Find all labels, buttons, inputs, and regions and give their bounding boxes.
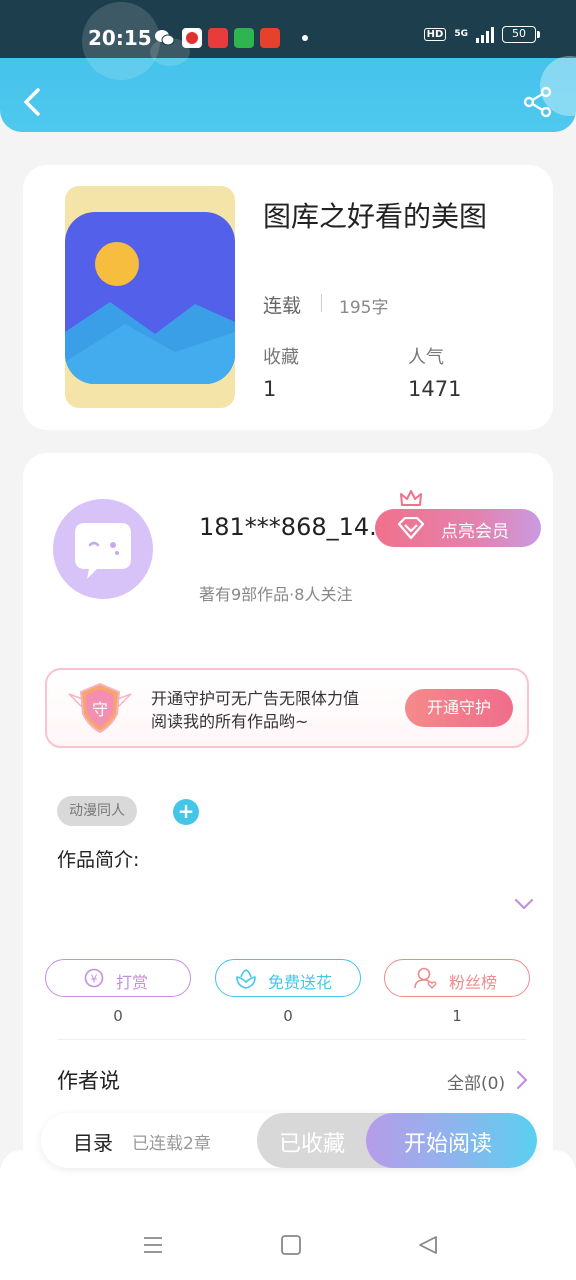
start-reading-label: 开始阅读: [404, 1132, 493, 1157]
send-flower-button[interactable]: 免费送花: [215, 959, 361, 997]
reader-app-icon: [234, 28, 254, 48]
book-status: 连载: [263, 295, 302, 317]
divider: [57, 1039, 527, 1040]
genre-tag[interactable]: 动漫同人: [57, 796, 137, 826]
battery-icon: 50: [502, 26, 540, 43]
guard-banner: 守 开通守护可无广告无限体力值 阅读我的所有作品哟~ 开通守护: [45, 668, 529, 748]
vip-button[interactable]: 点亮会员: [375, 490, 541, 547]
avatar[interactable]: [53, 499, 153, 599]
top-bar: 20:15 HD 5G 50: [0, 0, 576, 132]
guard-shield-icon: 守: [68, 682, 132, 734]
send-flower-label: 免费送花: [268, 973, 333, 992]
favorites-label: 收藏: [263, 347, 299, 368]
chapter-count: 已连载2章: [132, 1134, 211, 1154]
open-guard-button[interactable]: 开通守护: [405, 689, 513, 727]
status-time: 20:15: [88, 26, 152, 50]
signal-icon: [476, 26, 494, 43]
fan-count: 1: [452, 1007, 462, 1025]
book-info-card: 图库之好看的美图 连载 195字 收藏 1 人气 1471: [23, 165, 553, 430]
system-nav-bar: [0, 1150, 576, 1280]
popularity-label: 人气: [408, 347, 444, 368]
vip-label: 点亮会员: [441, 522, 509, 542]
start-reading-button[interactable]: 开始阅读: [366, 1113, 537, 1168]
network-label: 5G: [454, 29, 468, 39]
add-tag-button[interactable]: +: [173, 799, 199, 825]
back-icon[interactable]: [16, 84, 48, 120]
video-app-icon: [182, 28, 202, 48]
fan-rank-button[interactable]: 粉丝榜: [384, 959, 530, 997]
collected-label: 已收藏: [279, 1132, 346, 1157]
word-count: 195字: [339, 298, 389, 318]
back-nav-icon[interactable]: [417, 1234, 439, 1256]
book-title: 图库之好看的美图: [263, 200, 488, 233]
fan-rank-label: 粉丝榜: [449, 973, 498, 992]
author-card: 181***868_14... 著有9部作品·8人关注 点亮会员 守 开通守护可…: [23, 453, 553, 1173]
guard-line-2: 阅读我的所有作品哟~: [151, 712, 309, 731]
chevron-right-icon[interactable]: [515, 1069, 529, 1091]
divider: [321, 294, 322, 312]
home-icon[interactable]: [280, 1234, 302, 1256]
status-app-icons: [154, 28, 280, 48]
cover-image-icon: [65, 212, 235, 384]
author-says-all[interactable]: 全部(0): [447, 1069, 505, 1094]
shop-app-icon: [260, 28, 280, 48]
coin-icon: ¥: [84, 968, 104, 988]
tip-count: 0: [113, 1007, 123, 1025]
hd-badge: HD: [423, 28, 447, 41]
landscape-icon: [65, 242, 235, 384]
author-name[interactable]: 181***868_14...: [199, 513, 392, 541]
bottom-action-bar: 目录 已连载2章 已收藏 开始阅读: [41, 1113, 537, 1168]
wechat-icon: [155, 30, 175, 46]
author-says-title: 作者说: [57, 1069, 120, 1093]
chevron-down-icon[interactable]: [513, 897, 535, 911]
share-icon[interactable]: [522, 86, 554, 118]
tip-label: 打赏: [116, 973, 149, 992]
book-cover[interactable]: [65, 186, 235, 408]
guard-badge-char: 守: [92, 700, 108, 719]
intro-label: 作品简介:: [57, 849, 140, 871]
flower-count: 0: [283, 1007, 293, 1025]
svg-text:¥: ¥: [91, 973, 98, 986]
flower-icon: [236, 969, 256, 989]
menu-icon[interactable]: [142, 1234, 164, 1256]
toc-button[interactable]: 目录: [73, 1127, 113, 1156]
tip-button[interactable]: ¥ 打赏: [45, 959, 191, 997]
chat-bubble-avatar-icon: [75, 523, 131, 579]
guard-text: 开通守护可无广告无限体力值 阅读我的所有作品哟~: [151, 687, 359, 733]
guard-line-1: 开通守护可无广告无限体力值: [151, 689, 360, 708]
fan-user-icon: [414, 967, 437, 989]
crown-icon: [400, 490, 422, 506]
notification-dot: [302, 35, 308, 41]
status-indicators: HD 5G 50: [423, 26, 540, 43]
popularity-value: 1471: [408, 377, 462, 401]
favorites-value: 1: [263, 377, 277, 401]
author-meta: 著有9部作品·8人关注: [199, 585, 353, 604]
diamond-icon: [397, 517, 425, 539]
news-app-icon: [208, 28, 228, 48]
